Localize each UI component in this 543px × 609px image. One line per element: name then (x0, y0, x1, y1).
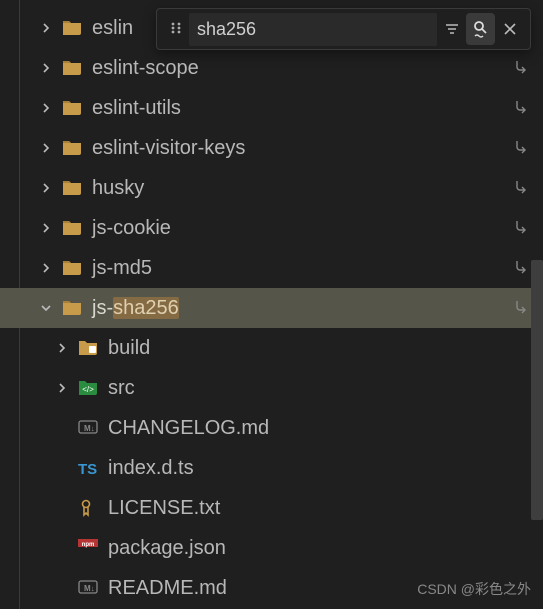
folder-icon (62, 219, 84, 237)
folder-icon (62, 59, 84, 77)
svg-text:</>: </> (82, 385, 94, 394)
shortcut-arrow-icon (513, 218, 529, 239)
tree-file-license-txt[interactable]: LICENSE.txt (0, 488, 543, 528)
tree-folder-eslint-utils[interactable]: eslint-utils (0, 88, 543, 128)
buildfolder-icon (78, 339, 100, 357)
tree-folder-js-sha256[interactable]: js-sha256 (0, 288, 543, 328)
chevron-right-icon[interactable] (36, 181, 56, 195)
tree-item-label: husky (92, 177, 144, 200)
tree-folder-eslint-visitor-keys[interactable]: eslint-visitor-keys (0, 128, 543, 168)
svg-text:M↓: M↓ (84, 424, 95, 433)
tree-folder-js-md5[interactable]: js-md5 (0, 248, 543, 288)
tree-item-label: src (108, 377, 135, 400)
svg-text:npm: npm (82, 542, 95, 548)
folder-icon (62, 179, 84, 197)
tree-item-label: CHANGELOG.md (108, 417, 269, 440)
license-icon (78, 499, 100, 517)
tree-item-label: README.md (108, 577, 227, 600)
tree-folder-eslint-scope[interactable]: eslint-scope (0, 48, 543, 88)
chevron-right-icon[interactable] (36, 221, 56, 235)
chevron-right-icon[interactable] (36, 21, 56, 35)
tree-item-label: index.d.ts (108, 457, 194, 480)
chevron-right-icon[interactable] (36, 61, 56, 75)
chevron-right-icon[interactable] (52, 341, 72, 355)
chevron-right-icon[interactable] (36, 101, 56, 115)
file-tree: eslin eslint-scope eslint-utils eslint-visi… (0, 0, 543, 608)
ts-icon: TS (78, 459, 100, 477)
shortcut-arrow-icon (513, 258, 529, 279)
tree-item-label: eslint-scope (92, 57, 199, 80)
shortcut-arrow-icon (513, 178, 529, 199)
search-panel (156, 8, 531, 50)
chevron-right-icon[interactable] (52, 381, 72, 395)
tree-item-label: js-cookie (92, 217, 171, 240)
tree-item-label: js-md5 (92, 257, 152, 280)
tree-item-label: LICENSE.txt (108, 497, 220, 520)
npm-icon: npm (78, 539, 100, 557)
drag-handle-icon[interactable] (169, 19, 183, 40)
tree-item-label: eslint-utils (92, 97, 181, 120)
srcfolder-icon: </> (78, 379, 100, 397)
chevron-right-icon[interactable] (36, 261, 56, 275)
shortcut-arrow-icon (513, 138, 529, 159)
tree-folder-husky[interactable]: husky (0, 168, 543, 208)
close-icon[interactable] (495, 13, 524, 45)
tree-folder-src[interactable]: </> src (0, 368, 543, 408)
chevron-right-icon[interactable] (36, 141, 56, 155)
tree-file-index-d-ts[interactable]: TS index.d.ts (0, 448, 543, 488)
md-icon: M↓ (78, 579, 100, 597)
tree-item-label: eslint-visitor-keys (92, 137, 245, 160)
tree-item-label: build (108, 337, 150, 360)
svg-text:M↓: M↓ (84, 584, 95, 593)
fuzzy-search-icon[interactable] (466, 13, 495, 45)
tree-item-label: eslin (92, 17, 133, 40)
tree-children: build </> src M↓ CHANGELOG.md TS index.d.ts LIC… (0, 328, 543, 608)
tree-file-package-json[interactable]: npm package.json (0, 528, 543, 568)
tree-item-label: package.json (108, 537, 226, 560)
watermark-text: CSDN @彩色之外 (417, 579, 531, 599)
folder-icon (62, 19, 84, 37)
svg-text:TS: TS (78, 461, 97, 477)
folder-icon (62, 299, 84, 317)
shortcut-arrow-icon (513, 58, 529, 79)
filter-icon[interactable] (437, 13, 466, 45)
folder-icon (62, 139, 84, 157)
shortcut-arrow-icon (513, 98, 529, 119)
tree-folder-build[interactable]: build (0, 328, 543, 368)
md-icon: M↓ (78, 419, 100, 437)
shortcut-arrow-icon (513, 298, 529, 319)
tree-file-changelog-md[interactable]: M↓ CHANGELOG.md (0, 408, 543, 448)
folder-icon (62, 99, 84, 117)
tree-folder-js-cookie[interactable]: js-cookie (0, 208, 543, 248)
tree-item-label: js-sha256 (92, 297, 179, 320)
folder-icon (62, 259, 84, 277)
search-input[interactable] (189, 13, 437, 46)
scrollbar-thumb[interactable] (531, 260, 543, 520)
chevron-down-icon[interactable] (36, 301, 56, 315)
